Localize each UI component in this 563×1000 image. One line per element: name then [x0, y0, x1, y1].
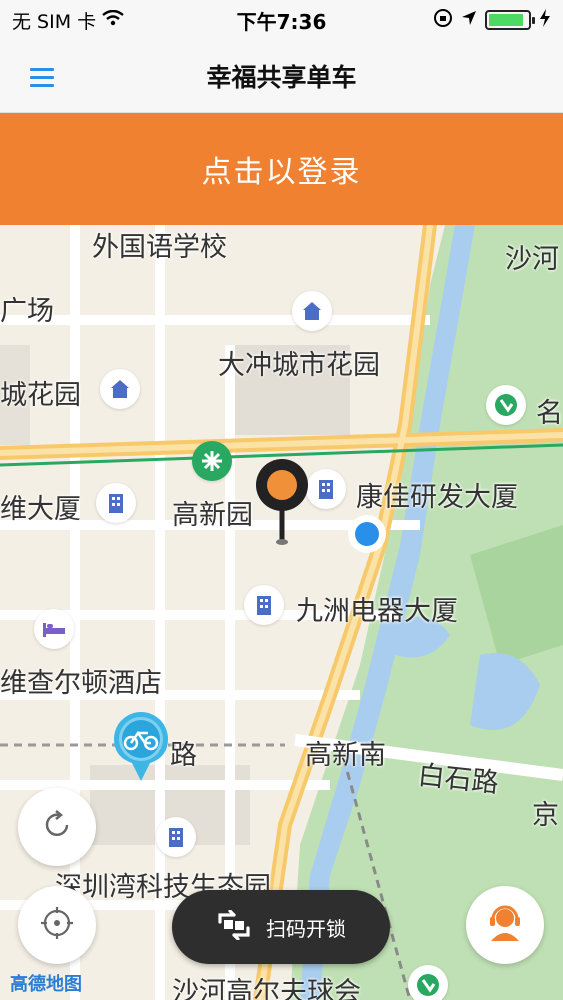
map-label-hotel: 维查尔顿酒店: [0, 668, 162, 699]
golf-poi-icon[interactable]: [486, 385, 526, 425]
current-location-icon: [346, 513, 388, 559]
battery-level: [489, 14, 524, 26]
map-view[interactable]: 外国语学校 广场 大冲城市花园 城花园 高新园 康佳研发大厦 维大厦 九洲电器大…: [0, 225, 563, 1000]
refresh-button[interactable]: [18, 788, 96, 866]
office-building-poi-icon[interactable]: [306, 469, 346, 509]
scan-unlock-label: 扫码开锁: [266, 916, 346, 941]
charging-icon: [539, 8, 551, 32]
metro-station-icon[interactable]: [192, 441, 232, 481]
bike-marker-icon[interactable]: [110, 709, 172, 787]
office-building-poi-icon[interactable]: [96, 483, 136, 523]
map-label-dachong: 大冲城市花园: [218, 350, 380, 381]
map-label-kangjia: 康佳研发大厦: [356, 482, 518, 513]
status-bar: 无 SIM 卡 下午7:36: [0, 0, 563, 40]
scan-icon: [216, 908, 252, 945]
scan-unlock-button[interactable]: 扫码开锁: [172, 890, 390, 964]
battery-icon: [485, 10, 535, 30]
amap-logo: 高德地图: [10, 974, 82, 995]
customer-service-icon: [483, 901, 527, 949]
map-label-ming: 名: [536, 398, 563, 429]
refresh-icon: [39, 807, 75, 847]
customer-service-button[interactable]: [466, 886, 544, 964]
map-label-golf: 沙河高尔夫球会: [172, 977, 361, 1000]
map-label-jing: 京: [532, 800, 559, 831]
hamburger-menu-icon[interactable]: [30, 60, 64, 94]
map-label-shahe: 沙河: [505, 244, 559, 275]
map-label-school: 外国语学校: [92, 232, 227, 263]
map-label-baishi: 白石路: [416, 759, 501, 800]
location-arrow-icon: [461, 9, 477, 31]
carrier-label: 无 SIM 卡: [12, 10, 97, 33]
map-label-gaoxinnan: 高新南: [305, 740, 386, 771]
wifi-icon: [102, 9, 124, 31]
office-building-poi-icon[interactable]: [156, 817, 196, 857]
residence-poi-icon[interactable]: [100, 369, 140, 409]
office-building-poi-icon[interactable]: [244, 585, 284, 625]
map-label-gaoxinyuan: 高新园: [172, 500, 253, 531]
locate-button[interactable]: [18, 886, 96, 964]
golf-poi-icon[interactable]: [408, 965, 448, 1000]
locate-crosshair-icon: [37, 903, 77, 947]
map-label-jiuzhou: 九洲电器大厦: [296, 596, 458, 627]
orientation-lock-icon: [433, 8, 453, 33]
map-center-pin-icon: [254, 457, 310, 551]
map-label-garden: 城花园: [0, 380, 81, 411]
hotel-bed-icon[interactable]: [34, 609, 74, 649]
map-label-building-left: 维大厦: [0, 494, 81, 525]
nav-bar: 幸福共享单车: [0, 40, 563, 113]
map-label-road: 路: [170, 740, 197, 771]
page-title: 幸福共享单车: [206, 63, 357, 92]
map-label-plaza: 广场: [0, 296, 54, 327]
login-button[interactable]: 点击以登录: [0, 113, 563, 225]
residence-poi-icon[interactable]: [292, 291, 332, 331]
